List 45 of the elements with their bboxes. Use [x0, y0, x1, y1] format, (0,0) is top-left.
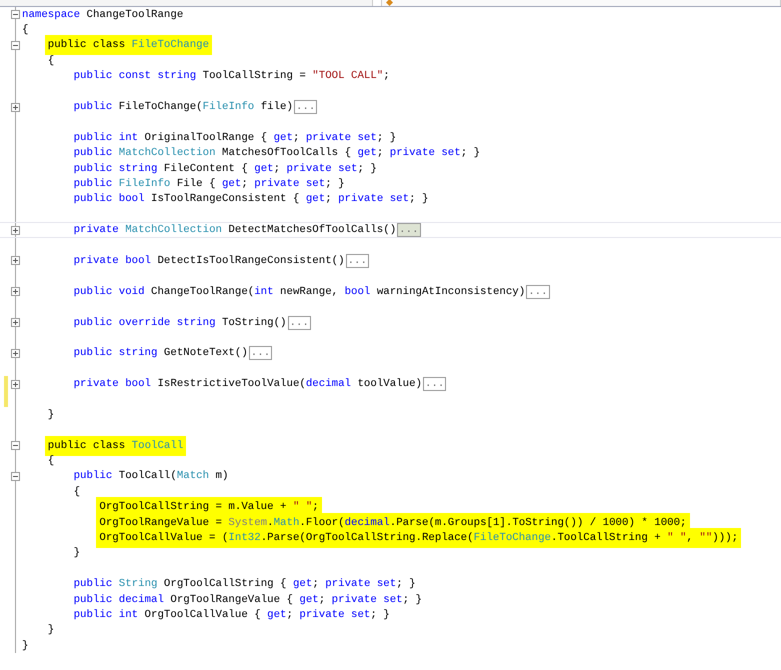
code-line: public MatchCollection MatchesOfToolCalls { get; private set; }	[74, 146, 480, 160]
code-line: private MatchCollection DetectMatchesOfToolCalls()	[74, 223, 396, 238]
expand-icon[interactable]	[11, 318, 20, 327]
collapsed-region[interactable]: ...	[422, 377, 446, 392]
collapse-icon[interactable]	[11, 441, 20, 450]
collapse-icon[interactable]	[11, 10, 20, 20]
collapsed-region[interactable]: ...	[526, 284, 550, 299]
expand-icon[interactable]	[11, 226, 20, 235]
collapsed-region[interactable]: ...	[346, 254, 369, 268]
code-line: public void ChangeToolRange(int newRange, bool warningAtInconsistency)	[74, 284, 526, 299]
code-line: public string GetNoteText()	[74, 346, 248, 360]
code-line: {	[74, 484, 80, 499]
code-line: public bool IsToolRangeConsistent { get; private set; }	[74, 192, 428, 206]
code-line: {	[48, 54, 54, 68]
collapsed-region[interactable]: ...	[397, 223, 421, 238]
code-line: namespace ChangeToolRange	[22, 8, 184, 22]
code-line: {	[22, 23, 28, 38]
expand-icon[interactable]	[11, 256, 20, 266]
code-line: public String OrgToolCallString { get; private set; }	[74, 577, 416, 592]
code-line: }	[74, 546, 80, 560]
code-line: public int OriginalToolRange { get; private set; }	[74, 130, 396, 145]
code-line: public ToolCall(Match m)	[74, 469, 228, 484]
collapsed-region[interactable]: ...	[288, 316, 311, 330]
diamond-icon	[386, 0, 393, 6]
code-line: private bool IsRestrictiveToolValue(decimal toolValue)	[74, 377, 422, 392]
code-line: public const string ToolCallString = "TOOL CALL";	[74, 69, 390, 84]
code-line: public FileToChange(FileInfo file)	[74, 100, 293, 114]
code-line: private bool DetectIsToolRangeConsistent()	[74, 254, 345, 268]
code-line: }	[22, 638, 28, 653]
code-line: }	[48, 623, 54, 638]
collapse-icon[interactable]	[11, 40, 20, 50]
expand-icon[interactable]	[11, 102, 20, 112]
expand-icon[interactable]	[11, 380, 20, 389]
collapsed-region[interactable]: ...	[294, 100, 318, 114]
expand-icon[interactable]	[11, 287, 20, 296]
code-line: public int OrgToolCallValue { get; private set; }	[74, 608, 390, 622]
collapsed-region[interactable]: ...	[248, 346, 272, 360]
collapse-icon[interactable]	[11, 472, 20, 481]
code-line: {	[48, 454, 54, 468]
code-line: }	[48, 408, 54, 422]
code-line: public string FileContent { get; private set; }	[74, 162, 377, 176]
code-line: public override string ToString()	[74, 316, 286, 330]
code-line: public decimal OrgToolRangeValue { get; private set; }	[74, 592, 422, 607]
expand-icon[interactable]	[11, 348, 20, 358]
code-line: public FileInfo File { get; private set; }	[74, 176, 345, 191]
